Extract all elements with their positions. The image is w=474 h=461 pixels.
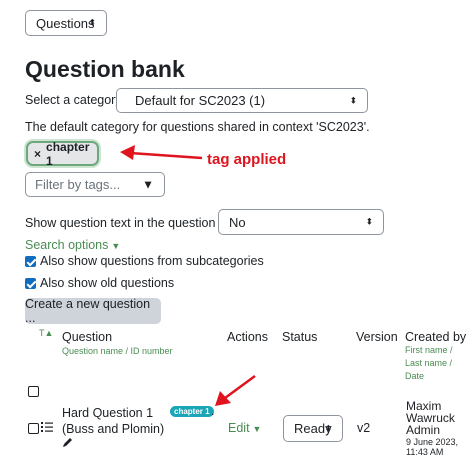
show-text-select-value: No [229, 214, 246, 230]
show-text-label: Show question text in the question list? [25, 216, 242, 230]
sort-arrows-icon: ⬍ [365, 216, 373, 227]
edit-menu[interactable]: Edit ▼ [228, 421, 261, 435]
row-select-checkbox[interactable] [28, 423, 39, 434]
filter-tags-placeholder: Filter by tags... [35, 177, 121, 192]
select-all-checkbox[interactable] [28, 386, 39, 397]
question-version: v2 [357, 421, 371, 435]
column-header-actions: Actions [227, 330, 268, 344]
question-tag-badge[interactable]: chapter 1 [170, 406, 214, 417]
chevron-down-icon: ▼ [252, 424, 262, 434]
subcategories-label: Also show questions from subcategories [40, 254, 264, 268]
annotation-arrow-icon [120, 145, 203, 160]
question-name: Hard Question 1 [62, 406, 154, 420]
old-questions-checkbox[interactable] [25, 278, 36, 289]
sort-toggle[interactable]: T▲ [39, 328, 53, 338]
old-questions-label: Also show old questions [40, 276, 175, 290]
column-header-status: Status [282, 330, 318, 344]
search-options-label: Search options [25, 238, 109, 252]
top-select-value: Questions [36, 15, 95, 31]
status-select[interactable]: Ready ⬍ [283, 415, 343, 442]
sort-arrows-icon: ⬍ [324, 423, 332, 433]
annotation-arrow-icon [215, 374, 256, 406]
created-time: 11:43 AM [406, 447, 444, 457]
pencil-icon[interactable] [62, 436, 74, 448]
question-id: (Buss and Plomin) [62, 422, 165, 436]
dropdown-triangle-icon: ▼ [142, 177, 154, 191]
applied-tag-chip[interactable]: × chapter 1 [26, 139, 99, 168]
subcategories-checkbox[interactable] [25, 256, 36, 267]
category-select[interactable]: Default for SC2023 (1) ⬍ [116, 88, 368, 113]
sort-arrows-icon: ⬍ [349, 95, 357, 105]
annotation-note: tag applied [207, 151, 287, 168]
page-title: Question bank [25, 56, 185, 82]
category-description: The default category for questions share… [25, 120, 370, 134]
created-by-sort-links[interactable]: First name / Last name / Date [405, 344, 465, 383]
remove-tag-icon[interactable]: × [34, 147, 41, 161]
column-header-question: Question [62, 330, 113, 344]
create-question-button[interactable]: Create a new question ... [25, 297, 161, 325]
sort-arrows-icon: ⬍ [88, 17, 96, 28]
question-type-icon [41, 422, 53, 432]
edit-menu-label: Edit [228, 421, 250, 435]
category-select-value: Default for SC2023 (1) [135, 93, 266, 108]
question-sort-links[interactable]: Question name / ID number [62, 345, 173, 358]
category-label: Select a category: [25, 93, 126, 107]
applied-tag-label: chapter 1 [46, 139, 90, 168]
column-header-version: Version [356, 330, 398, 344]
search-options-toggle[interactable]: Search options ▼ [25, 238, 120, 252]
column-header-created-by: Created by [405, 330, 467, 344]
top-select[interactable]: Questions ⬍ [25, 10, 107, 36]
show-text-select[interactable]: No ⬍ [218, 209, 384, 235]
filter-tags-input[interactable]: Filter by tags... ▼ [25, 172, 165, 197]
chevron-down-icon: ▼ [111, 241, 121, 251]
sort-up-icon: ▲ [44, 328, 54, 338]
creator-role: Admin [406, 423, 441, 437]
